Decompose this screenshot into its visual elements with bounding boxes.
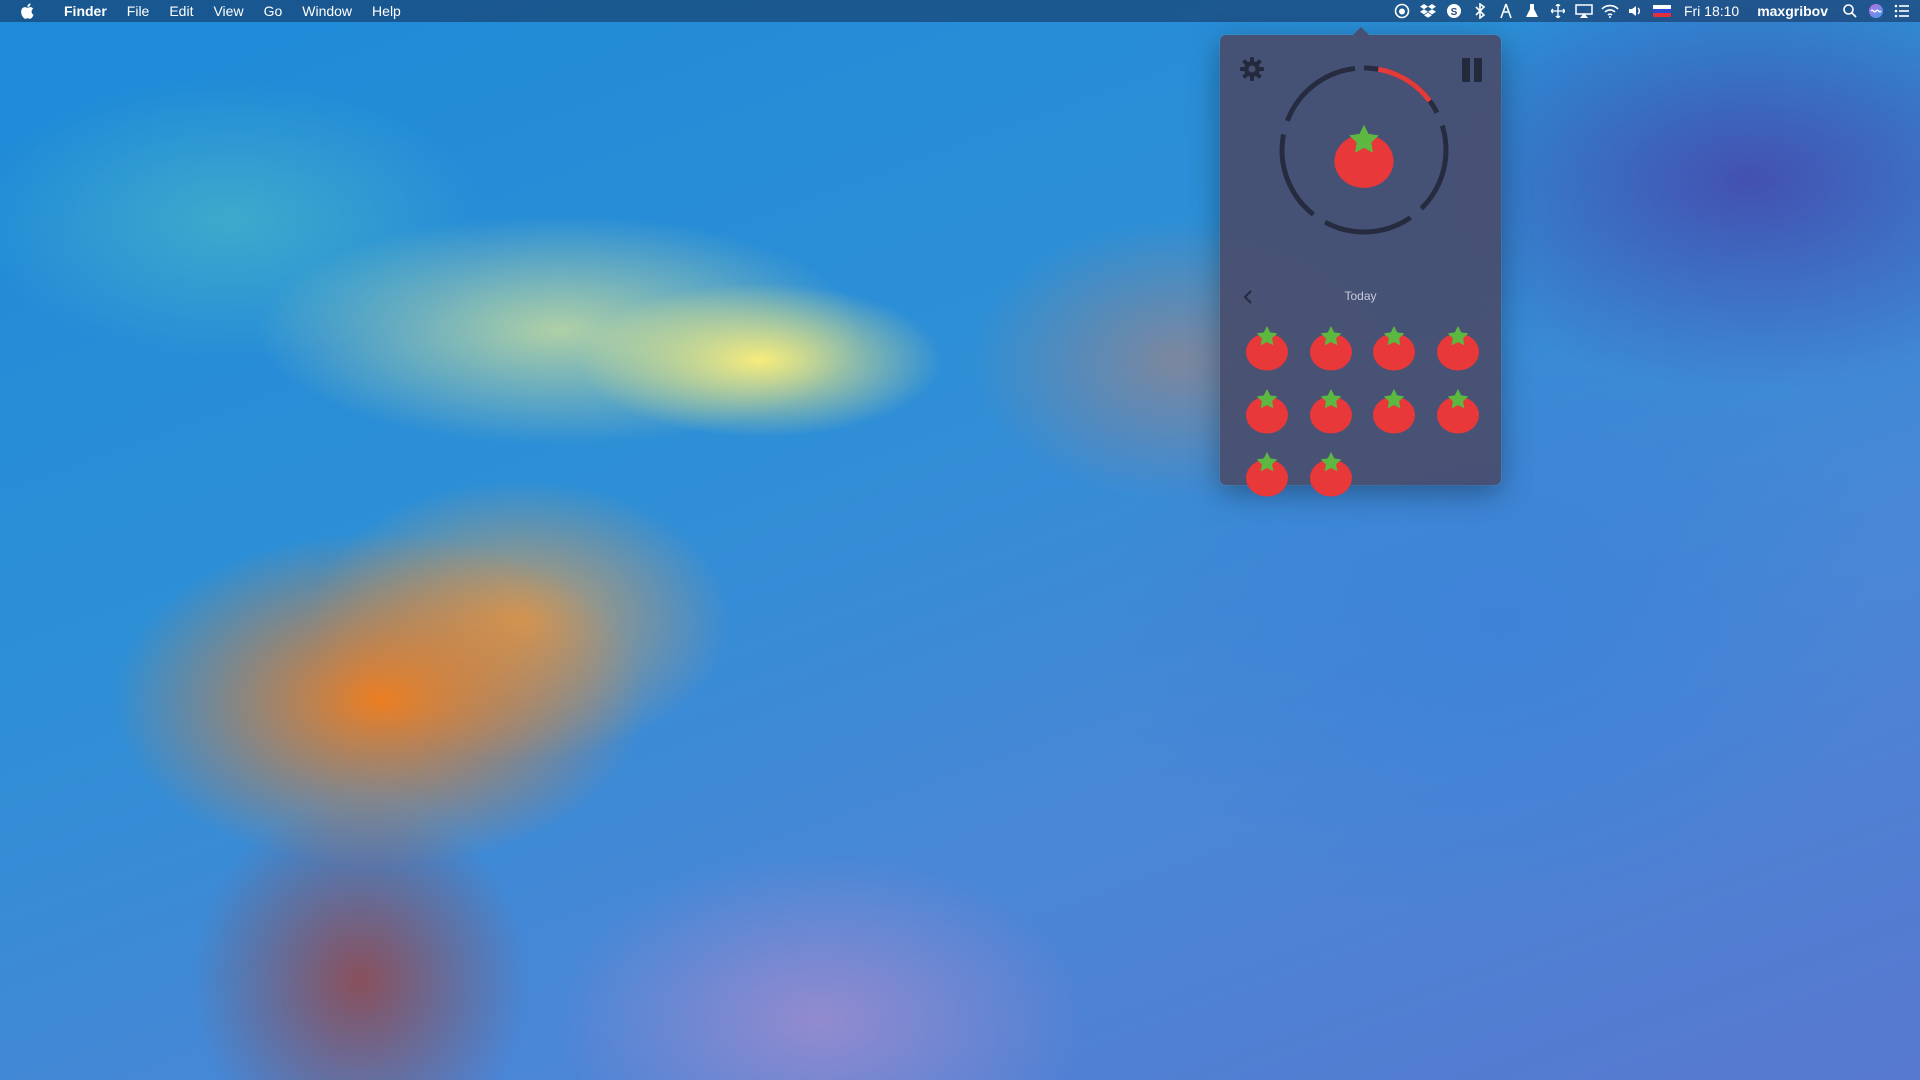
pomodoro-popover: Today — [1220, 27, 1501, 497]
siri-icon[interactable] — [1866, 0, 1886, 22]
completed-tomato-icon — [1304, 384, 1358, 438]
pause-icon[interactable] — [1457, 55, 1487, 85]
gear-icon[interactable] — [1236, 53, 1268, 85]
completed-tomatoes-grid — [1240, 321, 1500, 501]
completed-tomato-icon — [1367, 384, 1421, 438]
apple-menu-icon[interactable] — [0, 0, 54, 22]
svg-text:S: S — [1451, 7, 1458, 18]
airplay-icon[interactable] — [1574, 0, 1594, 22]
menu-go[interactable]: Go — [254, 0, 293, 22]
completed-tomato-icon — [1431, 384, 1485, 438]
completed-tomato-icon — [1240, 447, 1294, 501]
menu-help[interactable]: Help — [362, 0, 411, 22]
flask-icon[interactable] — [1522, 0, 1542, 22]
menu-clock[interactable]: Fri 18:10 — [1678, 0, 1745, 22]
menu-app-name[interactable]: Finder — [54, 0, 117, 22]
menu-view[interactable]: View — [203, 0, 253, 22]
wifi-icon[interactable] — [1600, 0, 1620, 22]
desktop-wallpaper — [0, 0, 1920, 1080]
scrivener-icon[interactable] — [1496, 0, 1516, 22]
menu-file[interactable]: File — [117, 0, 160, 22]
completed-tomato-icon — [1304, 447, 1358, 501]
pomodoro-timer-icon[interactable] — [1392, 0, 1412, 22]
completed-tomato-icon — [1304, 321, 1358, 375]
spotlight-search-icon[interactable] — [1840, 0, 1860, 22]
menu-user[interactable]: maxgribov — [1751, 0, 1834, 22]
current-tomato-icon[interactable] — [1326, 119, 1402, 195]
notification-center-icon[interactable] — [1892, 0, 1912, 22]
menu-window[interactable]: Window — [292, 0, 362, 22]
completed-tomato-icon — [1431, 321, 1485, 375]
move-icon[interactable] — [1548, 0, 1568, 22]
completed-tomato-icon — [1240, 384, 1294, 438]
menu-bar: Finder File Edit View Go Window Help S F… — [0, 0, 1920, 22]
volume-icon[interactable] — [1626, 0, 1646, 22]
completed-tomato-icon — [1367, 321, 1421, 375]
bluetooth-icon[interactable] — [1470, 0, 1490, 22]
russian-flag-icon[interactable] — [1652, 0, 1672, 22]
dropbox-icon[interactable] — [1418, 0, 1438, 22]
menu-edit[interactable]: Edit — [159, 0, 203, 22]
completed-tomato-icon — [1240, 321, 1294, 375]
skype-icon[interactable]: S — [1444, 0, 1464, 22]
day-label: Today — [1344, 289, 1377, 303]
day-navigation: Today — [1220, 285, 1501, 309]
